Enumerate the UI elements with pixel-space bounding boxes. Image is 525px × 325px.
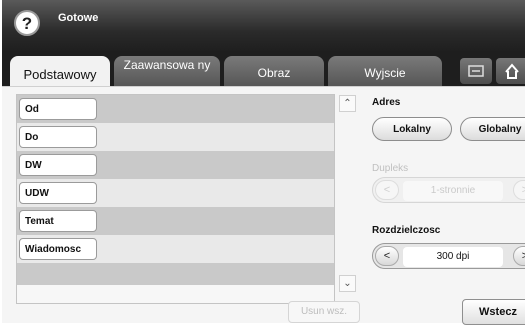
tab-output-label: Wyjscie <box>364 66 406 80</box>
resolution-label: Rozdzielczosc <box>372 225 441 236</box>
duplex-next-icon: > <box>513 180 525 200</box>
resolution-selector: < 300 dpi > <box>372 243 525 269</box>
field-row-cc: DW <box>17 151 334 179</box>
duplex-prev-icon: < <box>375 180 399 200</box>
bcc-button[interactable]: UDW <box>19 182 97 204</box>
app-window: ? Gotowe Podstawowy Zaawansowa ny Obraz … <box>2 0 525 325</box>
back-button[interactable]: Wstecz <box>462 299 525 325</box>
home-icon[interactable] <box>496 58 525 84</box>
field-row-message: Wiadomosc <box>17 235 334 263</box>
help-icon[interactable]: ? <box>14 10 40 36</box>
scroll-down-icon[interactable]: ⌄ <box>339 275 356 292</box>
global-button[interactable]: Globalny <box>460 117 525 141</box>
tab-basic[interactable]: Podstawowy <box>10 56 110 88</box>
local-button[interactable]: Lokalny <box>372 117 452 141</box>
status-bar: ? Gotowe <box>2 0 525 52</box>
field-row-subject: Temat <box>17 207 334 235</box>
tab-advanced-label: Zaawansowa ny <box>123 58 211 72</box>
email-fields-list: Od Do DW UDW Temat Wiadomosc <box>16 94 335 304</box>
duplex-selector: < 1-stronnie > <box>372 177 525 203</box>
to-button[interactable]: Do <box>19 126 97 148</box>
field-row-to: Do <box>17 123 334 151</box>
field-row-from: Od <box>17 95 334 123</box>
duplex-value: 1-stronnie <box>403 181 503 201</box>
status-text: Gotowe <box>58 12 99 24</box>
delete-all-button[interactable]: Usun wsz. <box>288 301 360 323</box>
subject-button[interactable]: Temat <box>19 210 97 232</box>
message-button[interactable]: Wiadomosc <box>19 238 97 260</box>
resolution-next-icon[interactable]: > <box>513 246 525 266</box>
content-panel: Od Do DW UDW Temat Wiadomosc ⌃ ⌄ Usun ws… <box>2 86 525 325</box>
tab-image-label: Obraz <box>257 66 291 80</box>
tab-bar: Podstawowy Zaawansowa ny Obraz Wyjscie <box>2 52 525 88</box>
tab-basic-label: Podstawowy <box>23 67 97 82</box>
field-row-empty <box>17 263 334 285</box>
address-label: Adres <box>372 97 401 108</box>
tab-scroll-left-icon[interactable] <box>460 58 492 84</box>
field-row-bcc: UDW <box>17 179 334 207</box>
tab-output[interactable]: Wyjscie <box>328 56 442 88</box>
tab-image[interactable]: Obraz <box>224 56 324 88</box>
cc-button[interactable]: DW <box>19 154 97 176</box>
duplex-label: Dupleks <box>372 163 409 174</box>
resolution-value: 300 dpi <box>403 247 503 267</box>
from-button[interactable]: Od <box>19 98 97 120</box>
tab-advanced[interactable]: Zaawansowa ny <box>114 56 220 88</box>
scroll-up-icon[interactable]: ⌃ <box>339 95 356 112</box>
resolution-prev-icon[interactable]: < <box>375 246 399 266</box>
